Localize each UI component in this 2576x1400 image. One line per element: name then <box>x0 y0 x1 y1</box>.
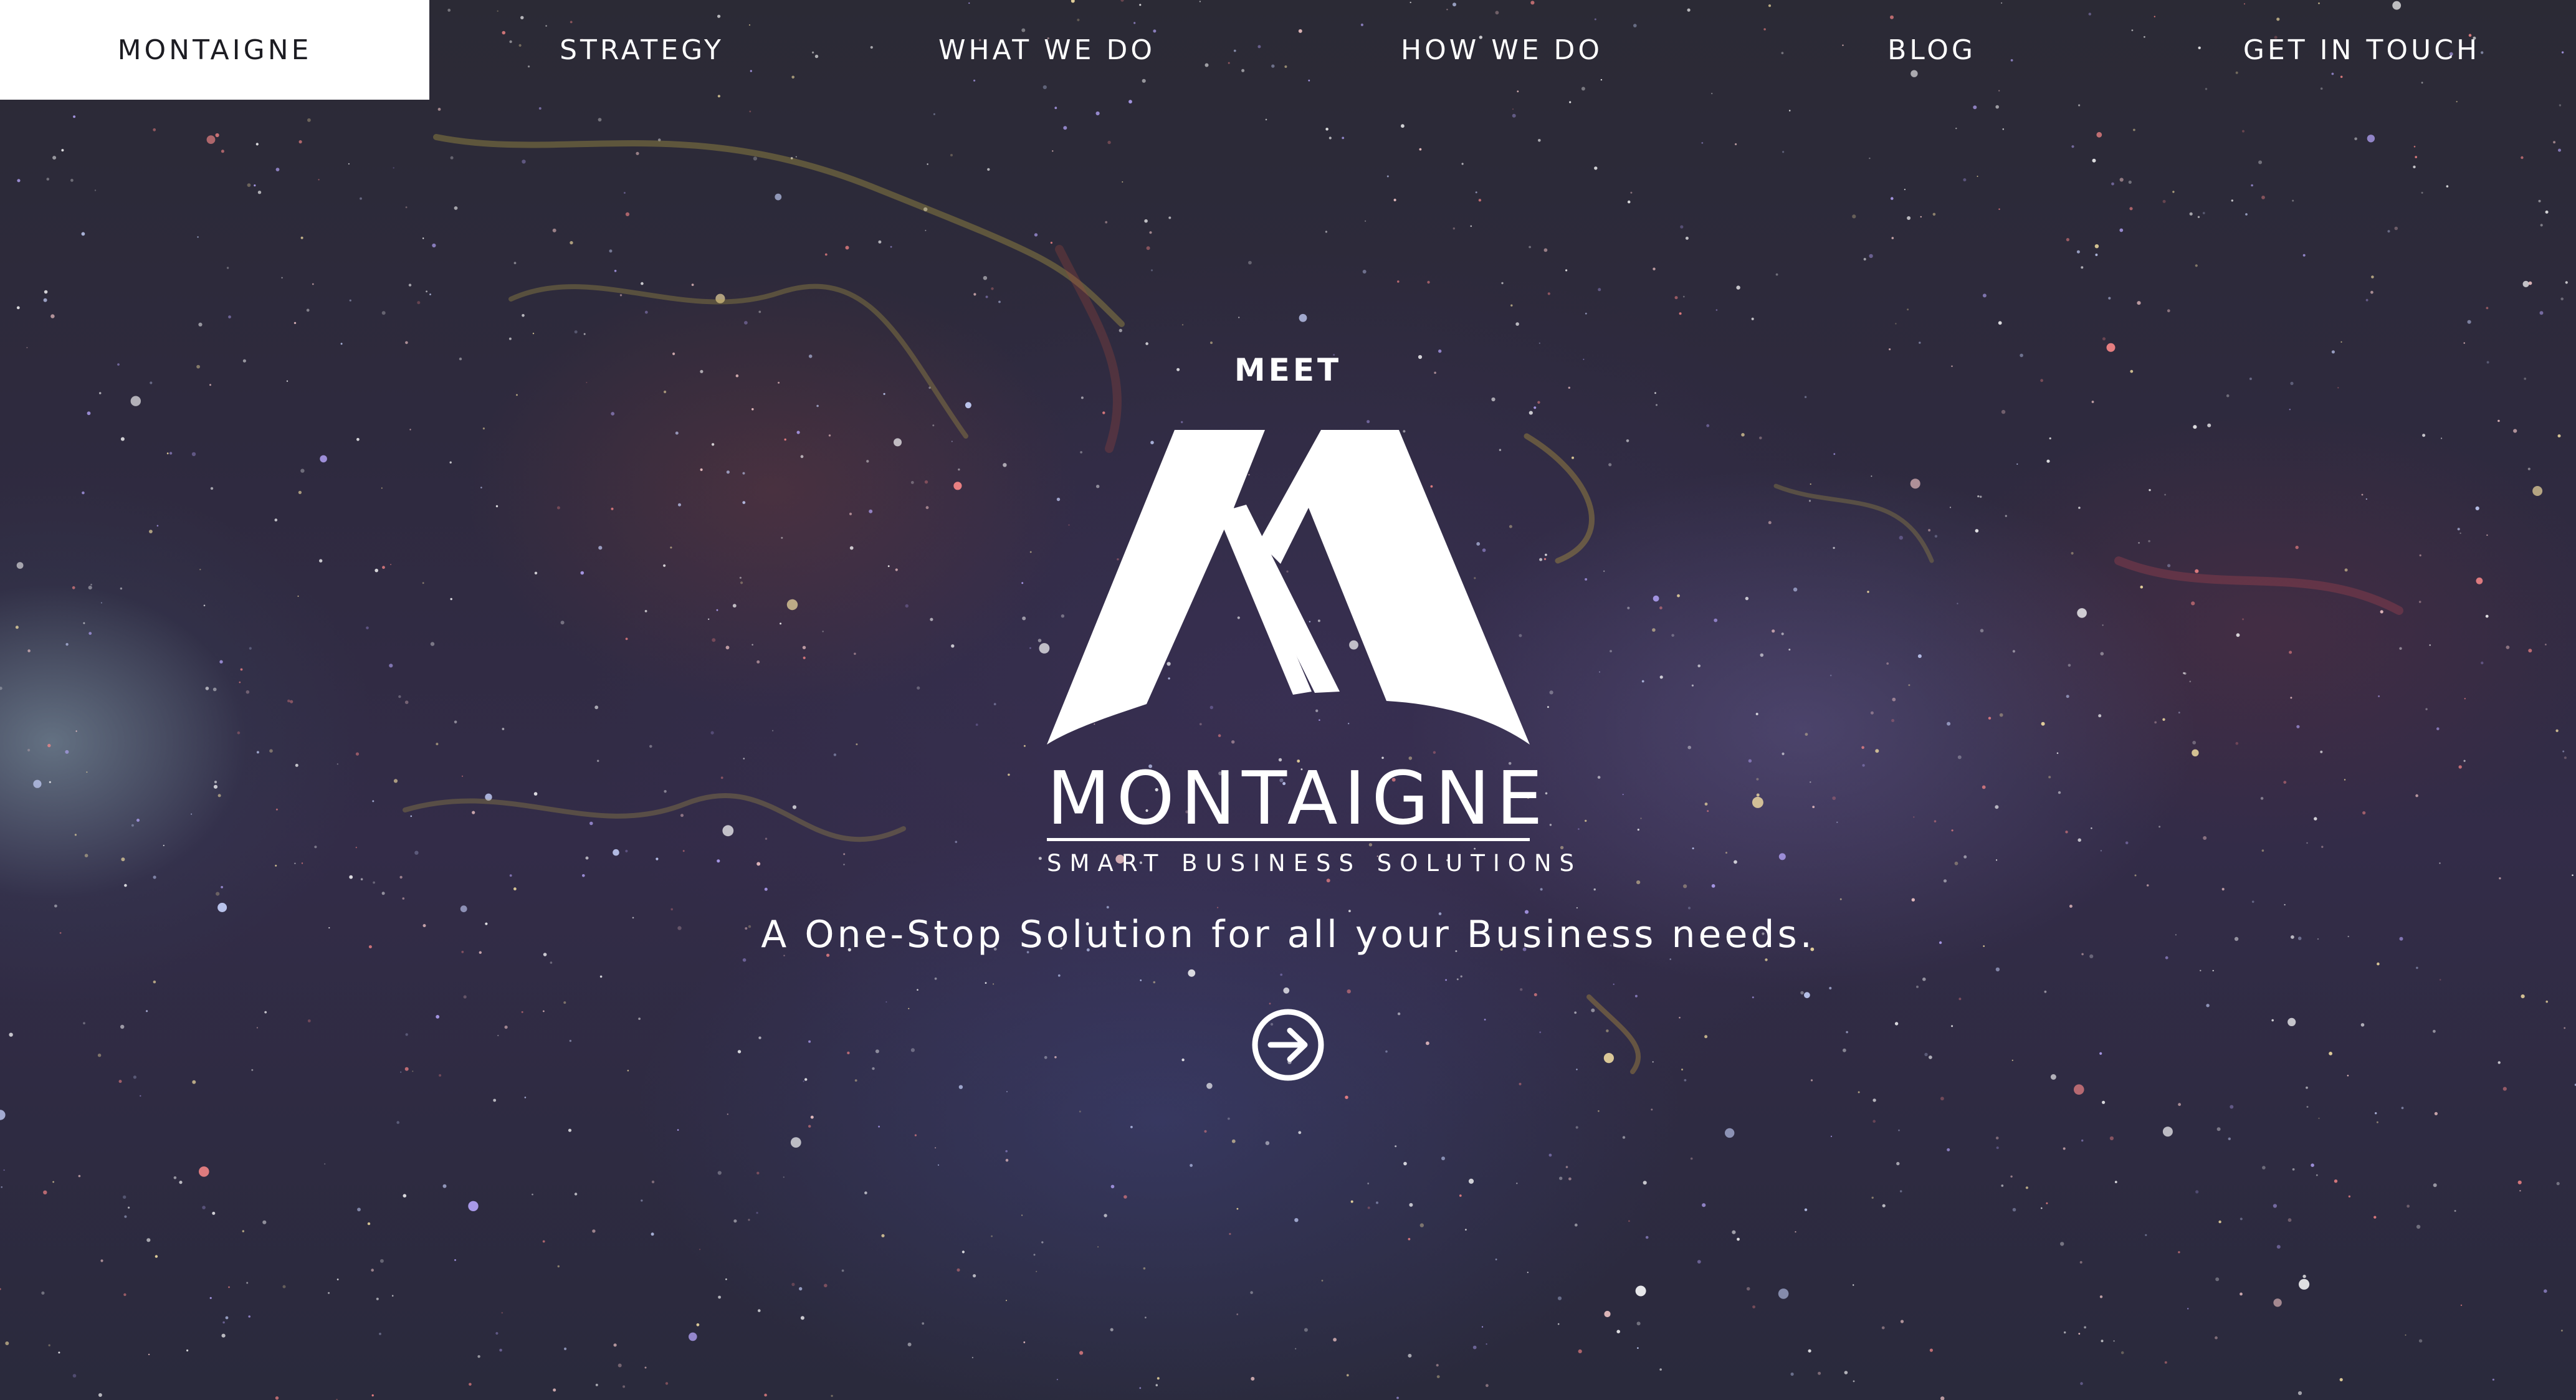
hero-page: MONTAIGNE STRATEGY WHAT WE DO HOW WE DO … <box>0 0 2576 1400</box>
arrow-right-circle-icon <box>1252 1009 1324 1081</box>
nav-item-how-we-do[interactable]: HOW WE DO <box>1377 0 1626 100</box>
nav-item-blog[interactable]: BLOG <box>1844 0 2019 100</box>
nav-item-montaigne[interactable]: MONTAIGNE <box>0 0 429 100</box>
hero-kicker: MEET <box>1234 352 1342 388</box>
brand-tagline: SMART BUSINESS SOLUTIONS <box>1047 850 1583 877</box>
nav-item-strategy[interactable]: STRATEGY <box>530 0 754 100</box>
brand-wordmark: MONTAIGNE <box>1047 755 1549 841</box>
top-navigation: MONTAIGNE STRATEGY WHAT WE DO HOW WE DO … <box>0 0 2576 100</box>
nav-item-get-in-touch[interactable]: GET IN TOUCH <box>2218 0 2505 100</box>
hero-headline: A One-Stop Solution for all your Busines… <box>761 913 1815 956</box>
scroll-next-button[interactable] <box>1251 1007 1325 1082</box>
nav-item-what-we-do[interactable]: WHAT WE DO <box>922 0 1171 100</box>
montaigne-logo-icon <box>1047 430 1530 745</box>
wordmark-divider <box>1047 838 1530 841</box>
